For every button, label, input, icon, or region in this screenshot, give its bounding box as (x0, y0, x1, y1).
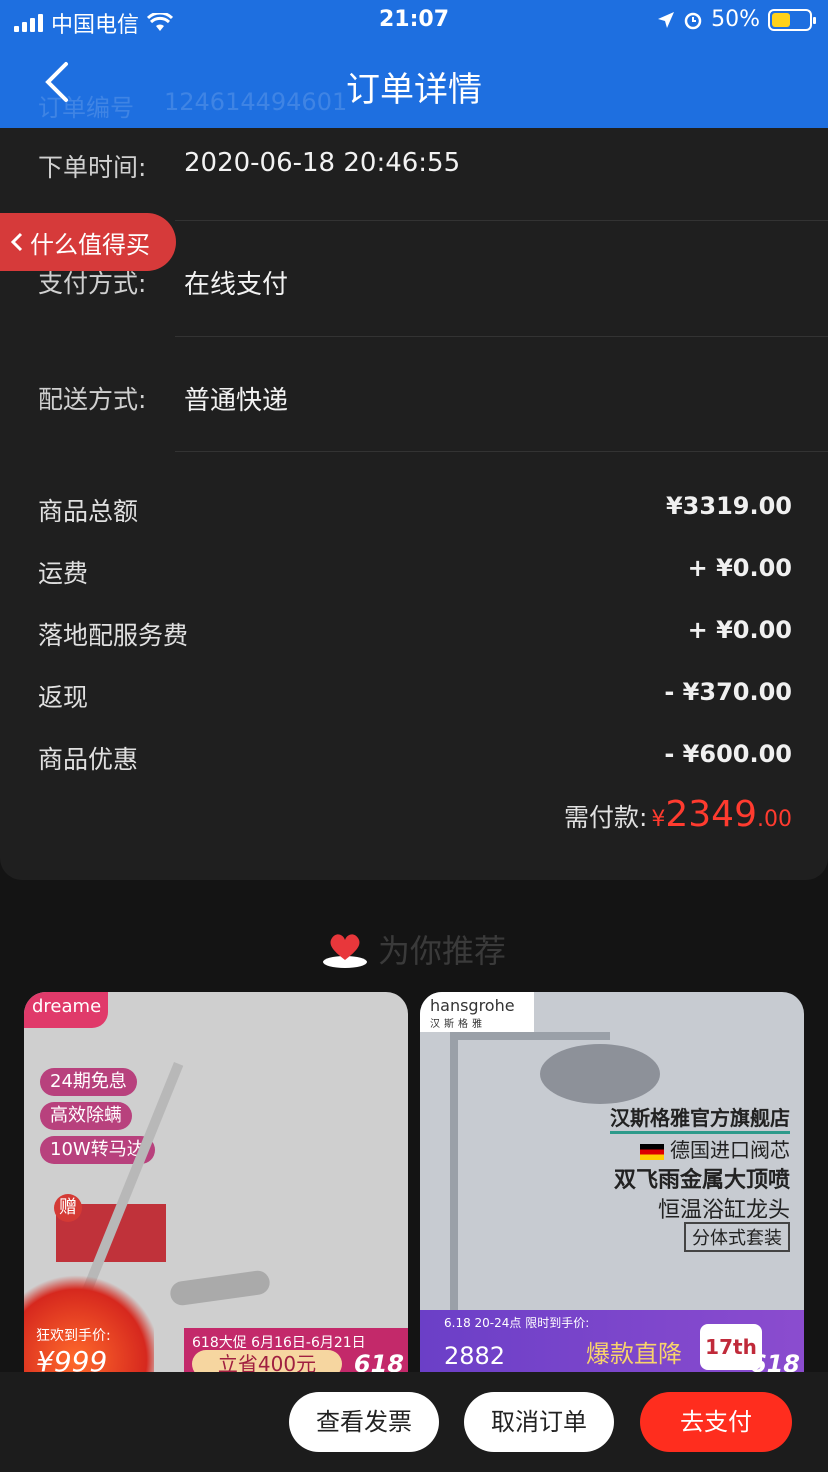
feature-line: 德国进口阀芯 (640, 1134, 790, 1163)
product-card-shower[interactable]: hansgrohe 汉斯格雅 汉斯格雅官方旗舰店 德国进口阀芯 双飞雨金属大顶喷… (420, 992, 804, 1382)
status-bar: 中国电信 21:07 50% (0, 0, 828, 40)
gift-label: 赠 (54, 1194, 82, 1222)
price-row-discount: 商品优惠 - ¥600.00 (0, 740, 828, 780)
feature-text: 德国进口阀芯 (670, 1138, 790, 1162)
total-currency: ¥ (651, 807, 666, 832)
price-value: ¥3319.00 (665, 492, 792, 520)
total-label: 需付款: (563, 803, 648, 832)
delivery-method-row: 配送方式: 普通快递 (0, 336, 828, 451)
bottom-action-bar: 查看发票 取消订单 去支付 (0, 1372, 828, 1472)
order-time-label: 下单时间: (38, 153, 147, 182)
delivery-method-value: 普通快递 (184, 386, 289, 416)
total-decimal: .00 (757, 807, 792, 832)
feature-line: 恒温浴缸龙头 (657, 1198, 790, 1223)
price-value: + ¥0.00 (687, 616, 792, 644)
battery-percent: 50% (711, 7, 760, 32)
price-row-shipping: 运费 + ¥0.00 (0, 554, 828, 594)
heart-icon (322, 934, 367, 968)
pay-button[interactable]: 去支付 (640, 1392, 792, 1452)
payment-method-value: 在线支付 (184, 270, 289, 300)
brand-badge: dreame (24, 992, 108, 1028)
promo-headline: 爆款直降 (586, 1340, 682, 1368)
price-label: 商品总额 (38, 497, 139, 526)
side-tag-button[interactable]: 什么值得买 (0, 213, 176, 271)
shower-head-image (540, 1044, 660, 1104)
nav-bar: 订单详情 (0, 40, 828, 128)
feature-line: 双飞雨金属大顶喷 (613, 1168, 790, 1193)
product-card-vacuum[interactable]: dreame 24期免息 高效除螨 10W转马达 赠 狂欢到手价: ¥999 6… (24, 992, 408, 1382)
total-integer: 2349 (665, 794, 757, 835)
order-time-value: 2020-06-18 20:46:55 (184, 148, 461, 178)
price-row-service-fee: 落地配服务费 + ¥0.00 (0, 616, 828, 656)
vacuum-head-image (168, 1269, 272, 1307)
price-caption: 狂欢到手价: (36, 1328, 111, 1344)
price-value: - ¥600.00 (664, 740, 792, 768)
price-label: 返现 (38, 683, 89, 712)
top-bar: 中国电信 21:07 50% 订单编号 124614494601 订单详情 (0, 0, 828, 128)
delivery-method-label: 配送方式: (38, 385, 147, 414)
cancel-order-button[interactable]: 取消订单 (464, 1392, 614, 1452)
recommend-header: 为你推荐 (0, 926, 828, 972)
feature-pill: 高效除螨 (40, 1102, 132, 1130)
brand-cn: 汉斯格雅 (430, 1019, 486, 1030)
page-title: 订单详情 (346, 70, 482, 110)
side-tag-label: 什么值得买 (30, 230, 150, 259)
promo-dates: 6.18 20-24点 限时到手价: (444, 1316, 590, 1330)
promo-dates: 618大促 6月16日-6月21日 (192, 1335, 366, 1351)
feature-pill: 24期免息 (40, 1068, 137, 1096)
location-icon (658, 11, 675, 28)
price-number: 2882 (444, 1342, 506, 1370)
price-value: - ¥370.00 (664, 678, 792, 706)
price-label: 落地配服务费 (38, 621, 189, 650)
divider (175, 451, 828, 452)
brand-badge: hansgrohe 汉斯格雅 (420, 992, 534, 1032)
price-row-subtotal: 商品总额 ¥3319.00 (0, 492, 828, 532)
recommend-title: 为你推荐 (377, 932, 506, 970)
shop-name: 汉斯格雅官方旗舰店 (610, 1102, 790, 1134)
german-flag-icon (640, 1143, 664, 1160)
brand-en: hansgrohe (430, 996, 515, 1015)
shower-arm-image (450, 1032, 610, 1040)
price-value: + ¥0.00 (687, 554, 792, 582)
battery-icon (768, 8, 816, 31)
total-due: 需付款: ¥ 2349 .00 (564, 794, 792, 835)
feature-line: 分体式套装 (684, 1222, 790, 1252)
shower-pipe-image (450, 1032, 458, 1352)
view-invoice-button[interactable]: 查看发票 (289, 1392, 439, 1452)
price-row-cashback: 返现 - ¥370.00 (0, 678, 828, 718)
price-label: 商品优惠 (38, 745, 139, 774)
product-price: 狂欢到手价: ¥999 (36, 1325, 111, 1378)
price-label: 运费 (38, 559, 89, 588)
alarm-icon (684, 12, 702, 29)
chevron-left-icon (10, 232, 23, 252)
